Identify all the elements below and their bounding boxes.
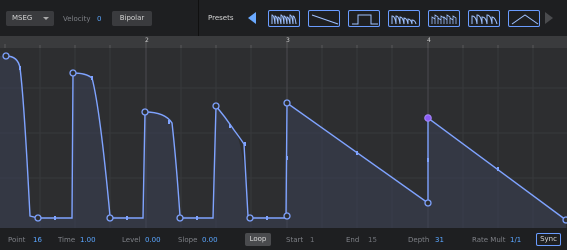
ruler-mark-4: 4 (427, 37, 431, 44)
triangle-icon (511, 14, 539, 25)
ratemult-label: Rate Mult (472, 236, 506, 244)
envelope-graph[interactable] (0, 48, 567, 228)
random-steps-icon (431, 14, 457, 24)
depth-label: Depth (408, 236, 430, 244)
mode-select-label: MSEG (12, 14, 33, 22)
loop-button[interactable]: Loop (245, 233, 271, 246)
preset-pulses[interactable] (388, 10, 420, 27)
ruler-mark-3: 3 (286, 37, 290, 44)
bipolar-button[interactable]: Bipolar (112, 11, 152, 26)
timeline-ruler[interactable]: 2 3 4 (0, 36, 567, 48)
sync-button[interactable]: Sync (536, 233, 561, 246)
envelope-canvas[interactable] (0, 48, 567, 228)
preset-ramp-down[interactable] (308, 10, 340, 27)
point-label: Point (8, 236, 26, 244)
preset-triangle[interactable] (508, 10, 540, 27)
end-value[interactable]: 15 (368, 236, 377, 244)
depth-value[interactable]: 31 (435, 236, 444, 244)
velocity-value[interactable]: 0 (97, 15, 101, 23)
velocity-label: Velocity (63, 15, 91, 23)
end-label: End (346, 236, 360, 244)
arrow-right-icon[interactable] (545, 12, 553, 24)
pulse-decay-icon (391, 15, 417, 25)
caret-down-icon (43, 17, 49, 20)
slope-label: Slope (178, 236, 198, 244)
arrow-left-icon[interactable] (248, 12, 256, 24)
start-value[interactable]: 1 (310, 236, 314, 244)
multi-decay-icon (271, 14, 297, 25)
top-toolbar: MSEG Velocity 0 Bipolar Presets (0, 0, 567, 36)
envelope-fill (0, 56, 566, 228)
ruler-ticks (4, 42, 534, 48)
toolbar-left-panel: MSEG Velocity 0 Bipolar (0, 0, 199, 36)
mode-select[interactable]: MSEG (6, 11, 54, 26)
bounce-icon (471, 14, 498, 25)
time-value[interactable]: 1.00 (80, 236, 96, 244)
presets-label: Presets (208, 14, 234, 22)
mseg-editor: MSEG Velocity 0 Bipolar Presets 2 3 4 Po… (0, 0, 567, 250)
square-wave-icon (352, 14, 378, 25)
selected-node[interactable] (424, 114, 432, 122)
ramp-down-icon (311, 14, 339, 25)
ruler-mark-2: 2 (145, 37, 149, 44)
slope-value[interactable]: 0.00 (202, 236, 218, 244)
bottom-bar: Point 16 Time 1.00 Level 0.00 Slope 0.00… (0, 228, 567, 250)
level-value[interactable]: 0.00 (145, 236, 161, 244)
preset-bounce[interactable] (468, 10, 500, 27)
level-label: Level (122, 236, 141, 244)
preset-multi-decay[interactable] (268, 10, 300, 27)
start-label: Start (286, 236, 304, 244)
point-value[interactable]: 16 (33, 236, 42, 244)
ratemult-value[interactable]: 1/1 (510, 236, 521, 244)
time-label: Time (58, 236, 76, 244)
preset-random-steps[interactable] (428, 10, 460, 27)
preset-square[interactable] (348, 10, 380, 27)
